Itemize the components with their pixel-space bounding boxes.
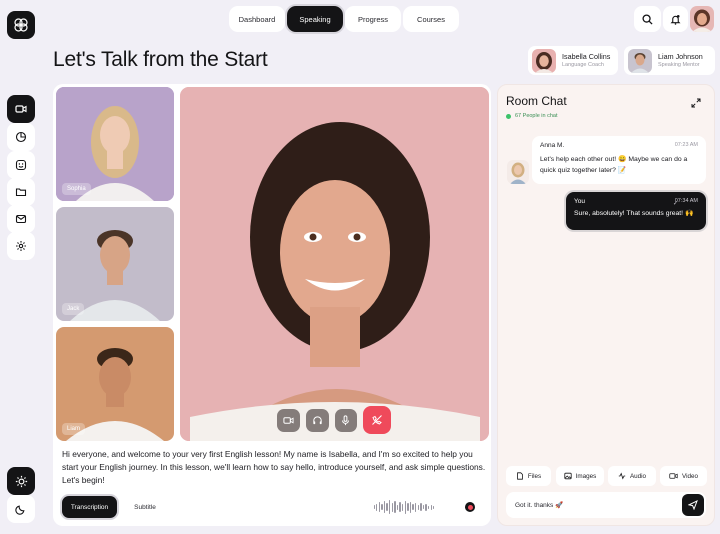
nav-speaking[interactable]: Speaking [287,6,343,32]
chat-input[interactable]: Got it. thanks 🚀 [506,492,706,518]
attach-audio-button[interactable]: Audio [608,466,656,486]
moon-icon [15,505,25,515]
image-icon [564,472,572,480]
send-icon [688,500,698,510]
tab-subtitle[interactable]: Subtitle [121,496,169,518]
chip-label: Files [527,472,542,480]
transcript-text: Hi everyone, and welcome to your very fi… [62,449,486,486]
audio-output-button[interactable] [305,408,329,432]
avatar [507,160,529,184]
toggle-camera-button[interactable] [277,408,300,432]
chat-message: Anna M. 07:23 AM Let's help each other o… [532,136,706,184]
video-icon [15,105,27,113]
chip-label: Audio [629,472,647,480]
chat-message-own: You 07:34 AM Sure, absolutely! That soun… [566,192,706,230]
logo-icon [14,18,28,32]
expand-chat-button[interactable] [689,96,703,110]
chip-label: Video [682,472,698,480]
message-time: 07:23 AM [674,142,698,148]
sidebar-item-messages[interactable] [7,205,35,233]
thumb-label: Liam [62,423,86,435]
participant-name: Liam Johnson [658,51,703,61]
nav-progress[interactable]: Progress [345,6,401,32]
tab-transcription[interactable]: Transcription [62,496,117,518]
video-icon [283,416,294,424]
file-icon [517,472,523,480]
bell-icon [670,14,681,25]
avatar [532,48,556,73]
record-button[interactable] [458,496,482,518]
page-title: Let's Talk from the Start [53,48,268,71]
sun-icon [15,475,27,487]
participant-role: Speaking Mentor [658,62,700,69]
sidebar-item-stats[interactable] [7,123,35,151]
search-icon [642,13,653,25]
participant-card-isabella[interactable]: Isabella Collins Language Coach [528,46,618,75]
mail-icon [15,214,27,224]
send-button[interactable] [682,494,704,516]
toggle-mic-button[interactable] [334,408,358,432]
chat-title: Room Chat [506,94,567,108]
user-avatar[interactable] [690,6,714,32]
call-controls [277,405,392,435]
expand-icon [691,98,701,108]
smile-icon [15,159,27,171]
dark-mode-button[interactable] [7,495,35,523]
nav-dashboard[interactable]: Dashboard [229,6,285,32]
app-logo[interactable] [7,11,35,39]
thumb-label: Jack [62,303,85,315]
attach-video-button[interactable]: Video [660,466,707,486]
audio-icon [618,472,626,480]
message-time: 07:34 AM [674,198,698,204]
chip-label: Images [575,472,597,480]
notifications-button[interactable] [663,6,688,32]
record-icon [465,502,475,512]
sidebar-item-feedback[interactable] [7,151,35,179]
nav-courses[interactable]: Courses [403,6,459,32]
pie-chart-icon [15,131,27,143]
online-count: 67 People in chat [515,113,558,119]
participant-role: Language Coach [562,62,604,69]
sidebar-item-files[interactable] [7,178,35,206]
thumb-label: Sophia [62,183,91,195]
sidebar-item-video[interactable] [7,95,35,123]
avatar [628,48,652,73]
participant-name: Isabella Collins [562,51,611,61]
participant-thumb-liam[interactable]: Liam [56,327,174,441]
video-icon [669,473,678,479]
microphone-icon [342,414,350,425]
audio-waveform [356,496,452,518]
attach-images-button[interactable]: Images [556,466,604,486]
end-call-button[interactable] [363,406,392,434]
headphones-icon [312,415,322,424]
participant-card-liam[interactable]: Liam Johnson Speaking Mentor [624,46,715,75]
folder-icon [15,188,27,197]
settings-icon [16,241,26,251]
sidebar-item-settings[interactable] [7,232,35,260]
online-indicator [506,114,511,119]
participant-thumb-jack[interactable]: Jack [56,207,174,321]
read-receipt-icon: ✓ [673,201,679,207]
message-text: Sure, absolutely! That sounds great! 🙌 [574,210,694,217]
attach-files-button[interactable]: Files [506,466,551,486]
main-video [180,87,489,441]
message-text: Let's help each other out! 😄 Maybe we ca… [540,156,688,174]
search-button[interactable] [634,6,661,32]
participant-thumb-sophia[interactable]: Sophia [56,87,174,201]
end-call-icon [372,415,383,425]
light-mode-button[interactable] [7,467,35,495]
